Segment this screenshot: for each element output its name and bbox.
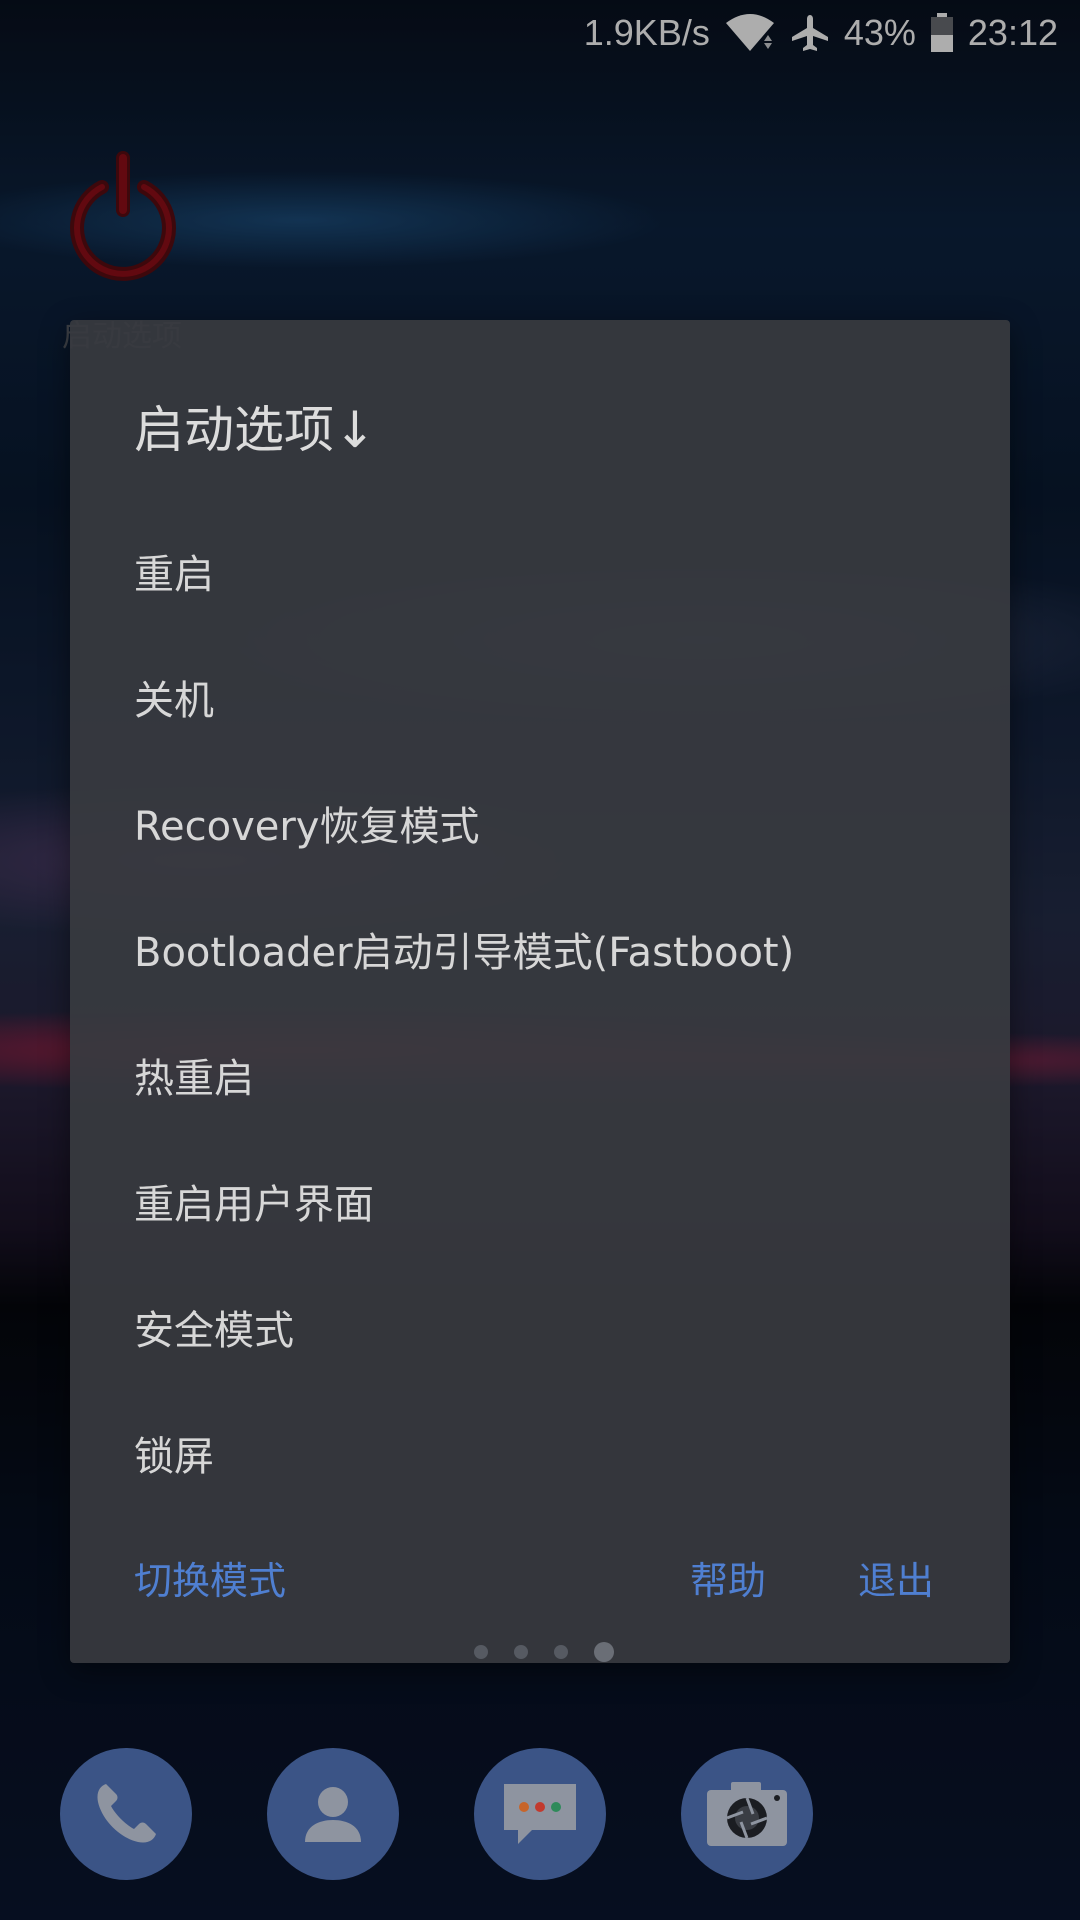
boot-options-menu: 重启 关机 Recovery恢复模式 Bootloader启动引导模式(Fast… (70, 508, 1010, 1516)
menu-item-restart-ui[interactable]: 重启用户界面 (70, 1138, 1010, 1264)
dock (0, 1748, 1080, 1883)
help-button[interactable]: 帮助 (690, 1550, 766, 1605)
page-dot-active[interactable] (594, 1642, 614, 1662)
page-dot[interactable] (474, 1645, 488, 1659)
switch-mode-button[interactable]: 切换模式 (134, 1550, 286, 1605)
messages-icon[interactable] (474, 1748, 606, 1880)
page-dot[interactable] (514, 1645, 528, 1659)
dialog-actions: 切换模式 帮助 退出 (70, 1550, 1010, 1610)
boot-options-dialog: 启动选项↓ 重启 关机 Recovery恢复模式 Bootloader启动引导模… (70, 320, 1010, 1663)
menu-item-recovery[interactable]: Recovery恢复模式 (70, 760, 1010, 886)
camera-icon[interactable] (681, 1748, 813, 1880)
dialog-title[interactable]: 启动选项↓ (134, 390, 376, 462)
page-dot[interactable] (554, 1645, 568, 1659)
exit-button[interactable]: 退出 (858, 1550, 934, 1605)
menu-item-safe-mode[interactable]: 安全模式 (70, 1264, 1010, 1390)
menu-item-bootloader[interactable]: Bootloader启动引导模式(Fastboot) (70, 886, 1010, 1012)
phone-icon[interactable] (60, 1748, 192, 1880)
page-indicator (474, 1642, 640, 1662)
contacts-icon[interactable] (267, 1748, 399, 1880)
menu-item-reboot[interactable]: 重启 (70, 508, 1010, 634)
menu-item-hot-reboot[interactable]: 热重启 (70, 1012, 1010, 1138)
menu-item-power-off[interactable]: 关机 (70, 634, 1010, 760)
menu-item-lock-screen[interactable]: 锁屏 (70, 1390, 1010, 1516)
